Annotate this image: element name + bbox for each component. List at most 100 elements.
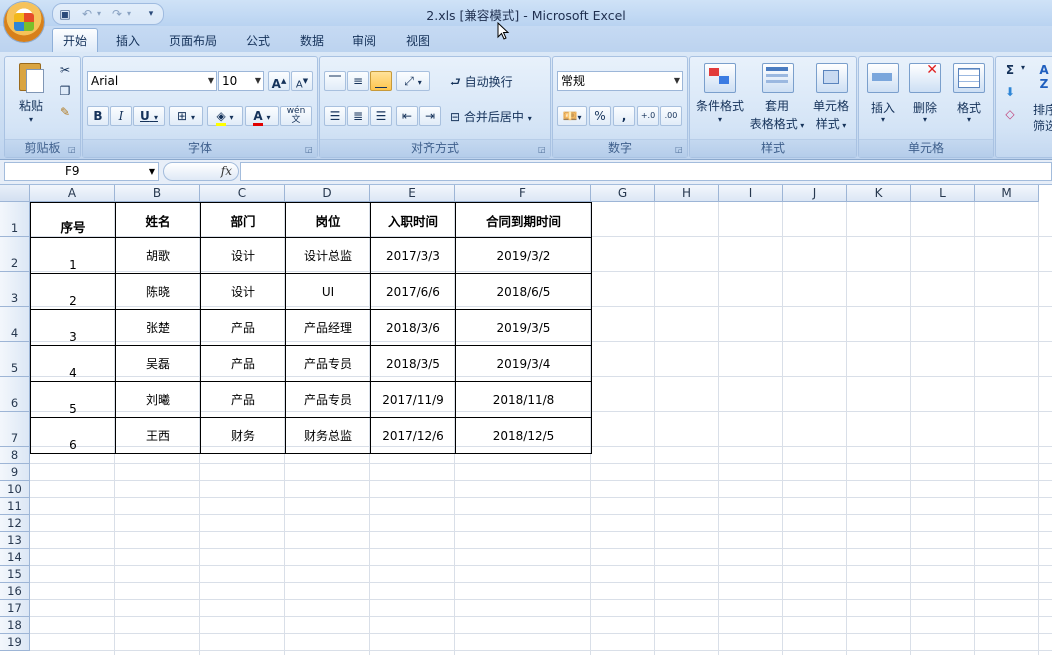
header-cell[interactable]: 部门: [200, 202, 286, 238]
merge-center-button[interactable]: ⊟ 合并后居中 ▾: [450, 108, 546, 125]
table-cell[interactable]: 2017/6/6: [370, 273, 456, 310]
row-header-13[interactable]: 13: [0, 532, 30, 549]
table-cell[interactable]: 2: [30, 273, 116, 310]
row-header-9[interactable]: 9: [0, 464, 30, 481]
row-header-16[interactable]: 16: [0, 583, 30, 600]
table-cell[interactable]: 2018/3/5: [370, 345, 456, 382]
autosum-button[interactable]: Σ: [1002, 63, 1018, 77]
bold-button[interactable]: B: [87, 106, 109, 126]
decrease-decimal-button[interactable]: .00: [660, 106, 682, 126]
align-bottom-button[interactable]: ⎽: [370, 71, 392, 91]
table-cell[interactable]: 王西: [115, 417, 201, 454]
column-header-a[interactable]: A: [30, 185, 115, 202]
column-header-h[interactable]: H: [655, 185, 719, 202]
table-cell[interactable]: 4: [30, 345, 116, 382]
row-header-17[interactable]: 17: [0, 600, 30, 617]
table-cell[interactable]: 2019/3/4: [455, 345, 592, 382]
paste-dropdown-icon[interactable]: ▾: [25, 115, 37, 124]
accounting-format-button[interactable]: 💴▾: [557, 106, 587, 126]
table-cell[interactable]: 产品专员: [285, 381, 371, 418]
align-left-button[interactable]: ☰: [324, 106, 346, 126]
format-as-table-line1[interactable]: 套用: [748, 97, 806, 114]
table-cell[interactable]: 5: [30, 381, 116, 418]
table-cell[interactable]: 财务: [200, 417, 286, 454]
table-cell[interactable]: 张楚: [115, 309, 201, 346]
chevron-down-icon[interactable]: ▾: [877, 115, 889, 124]
column-header-l[interactable]: L: [911, 185, 975, 202]
copy-icon[interactable]: ❐: [57, 84, 73, 98]
underline-button[interactable]: U ▾: [133, 106, 165, 126]
borders-button[interactable]: ⊞ ▾: [169, 106, 203, 126]
shrink-font-button[interactable]: A▼: [291, 71, 313, 91]
row-header-15[interactable]: 15: [0, 566, 30, 583]
formula-input[interactable]: [240, 162, 1052, 181]
paste-button[interactable]: 粘贴: [13, 97, 49, 114]
dialog-launcher-icon[interactable]: ◲: [68, 145, 77, 154]
chevron-down-icon[interactable]: ▾: [963, 115, 975, 124]
header-cell[interactable]: 岗位: [285, 202, 371, 238]
table-cell[interactable]: 产品: [200, 345, 286, 382]
number-format-select[interactable]: 常规 ▼: [557, 71, 683, 91]
row-header-11[interactable]: 11: [0, 498, 30, 515]
phonetic-button[interactable]: wén 文: [280, 106, 312, 126]
column-header-d[interactable]: D: [285, 185, 370, 202]
paste-icon[interactable]: [17, 61, 44, 93]
align-top-button[interactable]: ⎺: [324, 71, 346, 91]
tab-home[interactable]: 开始: [52, 28, 98, 53]
row-header-19[interactable]: 19: [0, 634, 30, 651]
table-cell[interactable]: 财务总监: [285, 417, 371, 454]
row-header-5[interactable]: 5: [0, 342, 30, 377]
cut-icon[interactable]: ✂: [57, 63, 73, 77]
table-cell[interactable]: 产品经理: [285, 309, 371, 346]
table-cell[interactable]: 2018/3/6: [370, 309, 456, 346]
table-cell[interactable]: 设计: [200, 237, 286, 274]
align-center-button[interactable]: ≣: [347, 106, 369, 126]
percent-button[interactable]: %: [589, 106, 611, 126]
header-cell[interactable]: 合同到期时间: [455, 202, 592, 238]
insert-cells-button[interactable]: 插入: [863, 99, 903, 116]
table-cell[interactable]: 1: [30, 237, 116, 274]
row-header-2[interactable]: 2: [0, 237, 30, 272]
table-cell[interactable]: 刘曦: [115, 381, 201, 418]
table-cell[interactable]: 6: [30, 417, 116, 454]
column-header-b[interactable]: B: [115, 185, 200, 202]
table-cell[interactable]: 产品: [200, 381, 286, 418]
row-header-12[interactable]: 12: [0, 515, 30, 532]
table-cell[interactable]: UI: [285, 273, 371, 310]
header-cell[interactable]: 姓名: [115, 202, 201, 238]
comma-button[interactable]: ,: [613, 106, 635, 126]
table-cell[interactable]: 吴磊: [115, 345, 201, 382]
wrap-text-button[interactable]: ⮐ 自动换行: [450, 73, 546, 94]
table-cell[interactable]: 2019/3/5: [455, 309, 592, 346]
format-as-table-button[interactable]: 表格格式 ▾: [744, 115, 810, 132]
align-right-button[interactable]: ☰: [370, 106, 392, 126]
tab-review[interactable]: 审阅: [342, 30, 386, 52]
chevron-down-icon[interactable]: ▾: [919, 115, 931, 124]
font-name-input[interactable]: Arial ▼: [87, 71, 217, 91]
column-header-i[interactable]: I: [719, 185, 783, 202]
clear-icon[interactable]: ◇: [1002, 107, 1018, 121]
row-header-8[interactable]: 8: [0, 447, 30, 464]
table-cell[interactable]: 3: [30, 309, 116, 346]
orientation-button[interactable]: ⤢ ▾: [396, 71, 430, 91]
font-color-button[interactable]: A ▾: [245, 106, 279, 126]
fill-icon[interactable]: ⬇: [1002, 85, 1018, 99]
font-size-input[interactable]: 10 ▼: [218, 71, 264, 91]
cell-styles-button[interactable]: 样式 ▾: [806, 115, 856, 132]
grow-font-button[interactable]: A▲: [268, 71, 290, 91]
table-cell[interactable]: 设计: [200, 273, 286, 310]
select-all-corner[interactable]: [0, 185, 30, 202]
increase-decimal-button[interactable]: +.0: [637, 106, 659, 126]
table-cell[interactable]: 2018/6/5: [455, 273, 592, 310]
column-header-f[interactable]: F: [455, 185, 591, 202]
undo-dropdown-icon[interactable]: ▾: [91, 6, 107, 22]
column-header-c[interactable]: C: [200, 185, 285, 202]
row-header-7[interactable]: 7: [0, 412, 30, 447]
fill-color-button[interactable]: ◈ ▾: [207, 106, 243, 126]
dialog-launcher-icon[interactable]: ◲: [538, 145, 547, 154]
format-painter-icon[interactable]: ✎: [57, 105, 73, 119]
tab-insert[interactable]: 插入: [106, 30, 150, 52]
column-header-k[interactable]: K: [847, 185, 911, 202]
table-cell[interactable]: 2017/12/6: [370, 417, 456, 454]
increase-indent-button[interactable]: ⇥: [419, 106, 441, 126]
